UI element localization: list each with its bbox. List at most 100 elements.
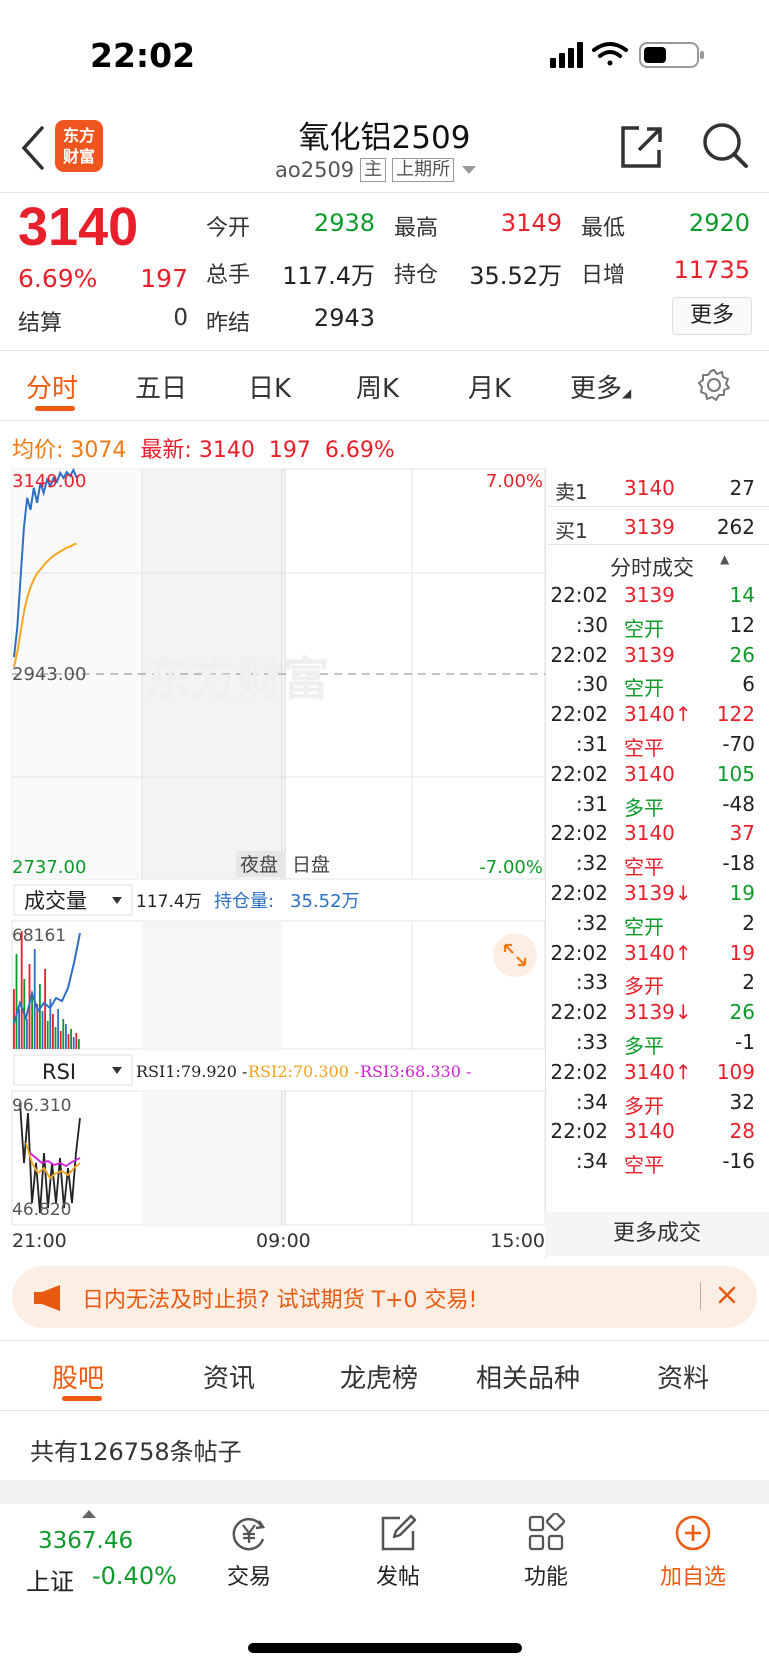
price-axis-bottom: 2737.00: [12, 857, 86, 878]
trade-time: 22:02: [550, 880, 608, 905]
trade-price: 3140↑: [624, 940, 692, 965]
trade-price: 3140: [624, 1119, 675, 1144]
tab-news[interactable]: 资讯: [203, 1358, 255, 1395]
trade-volume: 32: [729, 1089, 755, 1114]
tab-dragon-tiger[interactable]: 龙虎榜: [340, 1358, 418, 1395]
gear-icon[interactable]: [697, 368, 731, 402]
bid-label: 买1: [555, 519, 588, 543]
search-icon[interactable]: [700, 120, 750, 170]
trade-volume: 37: [729, 821, 755, 846]
tab-monthly-k[interactable]: 月K: [468, 368, 511, 405]
trade-time: :33: [575, 970, 608, 995]
trade-time: 22:02: [550, 1119, 608, 1144]
tab-guba[interactable]: 股吧: [52, 1358, 104, 1395]
trade-price: 3139: [624, 583, 675, 607]
tab-five-day[interactable]: 五日: [135, 368, 187, 405]
divider: [0, 1340, 769, 1341]
trade-row: :32 空平 -18: [548, 848, 769, 879]
megaphone-icon: [34, 1285, 60, 1311]
volume-bar: [44, 969, 46, 1049]
more-trades-button[interactable]: 更多成交: [545, 1212, 769, 1256]
more-quote-button[interactable]: 更多: [672, 297, 752, 335]
volume-value: 117.4万: [282, 262, 375, 290]
expand-icon[interactable]: [493, 933, 537, 977]
trade-price: 空平: [624, 1153, 664, 1178]
battery-icon: [639, 42, 704, 68]
trade-volume: -1: [735, 1029, 755, 1054]
trade-price: 3139↓: [624, 880, 692, 905]
volume-bar: [70, 1029, 72, 1049]
trade-time: 22:02: [550, 1000, 608, 1025]
trade-row: :33 多开 2: [548, 967, 769, 998]
trade-price: 3140: [624, 761, 675, 786]
divider: [0, 420, 769, 421]
high-label: 最高: [394, 216, 439, 241]
status-time: 22:02: [90, 36, 196, 75]
divider: [0, 192, 769, 193]
index-value[interactable]: 3367.46: [38, 1528, 133, 1554]
trade-label: 交易: [226, 1565, 271, 1590]
trade-row: 22:02 3140 28: [548, 1116, 769, 1146]
rsi-top-label: 96.310: [12, 1096, 71, 1116]
close-icon[interactable]: [712, 1280, 742, 1310]
status-icons: [550, 42, 704, 68]
active-tab-indicator: [35, 406, 75, 411]
promo-text: 日内无法及时止损? 试试期货 T+0 交易!: [82, 1288, 478, 1313]
trade-volume: 14: [729, 583, 755, 607]
share-icon[interactable]: [617, 122, 665, 170]
bid-volume: 262: [716, 515, 755, 539]
trade-row: :31 多平 -48: [548, 789, 769, 820]
functions-label: 功能: [523, 1565, 568, 1590]
prev-settle-value: 2943: [313, 304, 375, 332]
volume-bar: [46, 1021, 49, 1049]
volume-bar: [39, 984, 41, 1049]
volume-bar: [52, 1014, 54, 1049]
trade-button[interactable]: 交易: [204, 1513, 294, 1591]
edit-post-icon: [381, 1514, 417, 1551]
trade-row: 22:02 3140↑ 109: [548, 1057, 769, 1087]
trade-time: :31: [575, 731, 608, 756]
trade-volume: 28: [729, 1119, 755, 1144]
rsi1-label: RSI1:79.920 -: [136, 1062, 247, 1081]
trade-price: 多平: [624, 795, 664, 820]
open-interest-value: 35.52万: [469, 262, 562, 290]
trade-time: 22:02: [550, 761, 608, 786]
trade-row: :30 空开 6: [548, 669, 769, 700]
bid-row: 买1 3139 262: [548, 506, 769, 544]
functions-button[interactable]: 功能: [501, 1513, 591, 1591]
trade-row: :34 多开 32: [548, 1087, 769, 1118]
open-label: 今开: [206, 216, 251, 241]
volume-bar: [72, 1037, 75, 1049]
trade-time: :34: [575, 1089, 608, 1114]
trade-volume: 19: [729, 880, 755, 905]
tab-daily-k[interactable]: 日K: [248, 368, 291, 405]
trade-row: 22:02 3139 14: [548, 580, 769, 610]
add-watchlist-button[interactable]: 加自选: [648, 1513, 738, 1591]
trade-time: 22:02: [550, 940, 608, 965]
pct-axis-top: 7.00%: [486, 471, 543, 492]
trade-time: :31: [575, 791, 608, 816]
tab-intraday[interactable]: 分时: [26, 368, 78, 405]
chart-info-line: 均价: 3074 最新: 3140 197 6.69%: [12, 432, 395, 464]
grid-apps-icon: [528, 1513, 566, 1551]
add-watchlist-label: 加自选: [659, 1565, 726, 1590]
index-change[interactable]: -0.40%: [92, 1562, 177, 1590]
dropdown-caret-icon[interactable]: [460, 164, 478, 176]
contract-subline[interactable]: ao2509 主 上期所: [275, 158, 478, 182]
trade-volume: 2: [742, 910, 755, 935]
last-price: 3140: [18, 197, 139, 257]
caret-up-icon[interactable]: [82, 1510, 96, 1518]
active-tab-indicator: [62, 1396, 102, 1401]
tab-profile[interactable]: 资料: [657, 1358, 709, 1395]
settle-value: 0: [173, 305, 188, 331]
tab-related[interactable]: 相关品种: [476, 1358, 580, 1395]
index-name[interactable]: 上证: [26, 1562, 74, 1597]
trades-header[interactable]: 分时成交 ▲: [548, 544, 769, 580]
tab-weekly-k[interactable]: 周K: [356, 368, 399, 405]
trade-row: 22:02 3139 26: [548, 640, 769, 670]
ask-label: 卖1: [555, 480, 588, 504]
latest-change: 197: [268, 438, 311, 463]
intraday-chart[interactable]: 东方财富 3149.00 2943.00 2737.00 7.00% -7.00…: [0, 463, 545, 1253]
tab-more[interactable]: 更多◢: [570, 368, 631, 405]
post-button[interactable]: 发帖: [353, 1513, 443, 1591]
